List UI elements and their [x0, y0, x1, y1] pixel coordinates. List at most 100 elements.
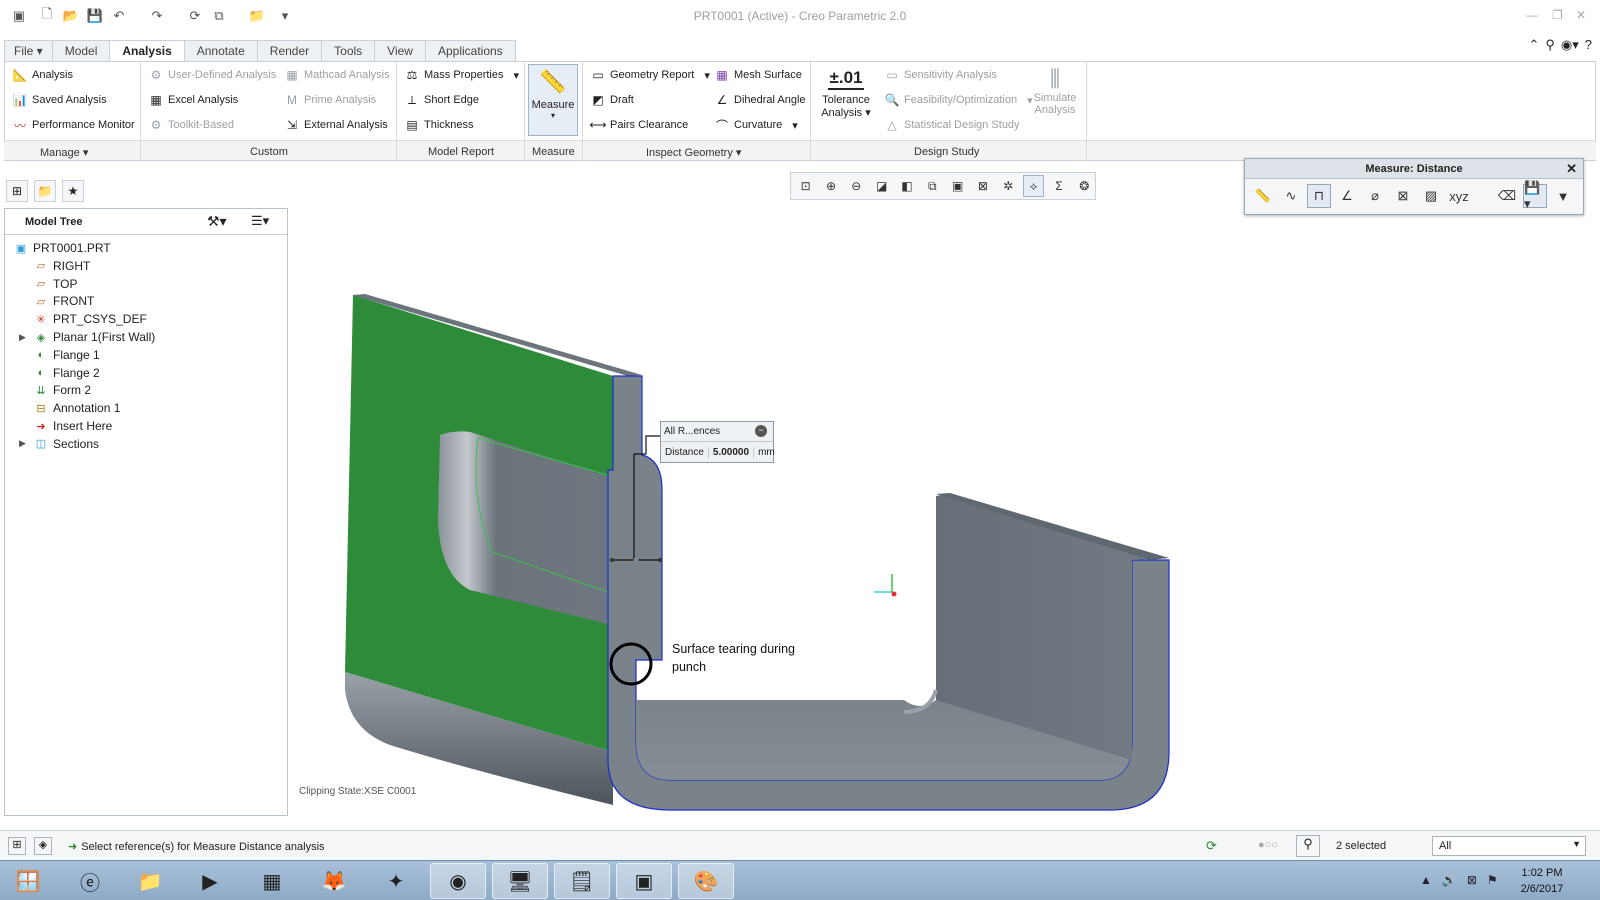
pairs-clearance-button[interactable]: ⟷ Pairs Clearance: [589, 116, 688, 134]
internet-explorer-icon[interactable]: ⓔ: [62, 863, 118, 899]
tab-tools[interactable]: Tools: [321, 40, 376, 61]
favorites-tab-icon[interactable]: ★: [62, 180, 84, 202]
firefox-icon[interactable]: 🦊: [306, 863, 362, 899]
dihedral-angle-button[interactable]: ∠ Dihedral Angle: [714, 91, 806, 109]
tree-item[interactable]: ▱ FRONT: [33, 292, 95, 310]
action-center-icon[interactable]: ⚑: [1487, 873, 1498, 887]
toolkit-based-button[interactable]: ⚙ Toolkit-Based: [148, 116, 234, 134]
zoom-out-icon[interactable]: ⊖: [846, 175, 867, 197]
tab-annotate[interactable]: Annotate: [183, 40, 258, 61]
tab-analysis[interactable]: Analysis: [109, 40, 185, 62]
appearance-icon[interactable]: ❂: [1074, 175, 1095, 197]
measure-callout[interactable]: All R...ences − Distance 5.00000 mm: [660, 421, 775, 463]
refit-icon[interactable]: ⊡: [795, 175, 816, 197]
remote-desktop-icon[interactable]: 🖥: [492, 863, 548, 899]
creo-icon[interactable]: ▣: [616, 863, 672, 899]
solidworks-icon[interactable]: ✦: [368, 863, 424, 899]
tree-item[interactable]: ◐ Flange 1: [33, 346, 100, 364]
tree-item[interactable]: ▶ ◈ Planar 1(First Wall): [19, 328, 155, 346]
repaint-icon[interactable]: ◪: [871, 175, 892, 197]
volume-icon[interactable]: 🔊: [1442, 873, 1457, 887]
view-manager-icon[interactable]: ▣: [947, 175, 968, 197]
sensitivity-analysis-button[interactable]: ▭ Sensitivity Analysis: [884, 66, 997, 84]
csys-display-icon[interactable]: ✲: [998, 175, 1019, 197]
thickness-button[interactable]: ▤ Thickness: [404, 116, 473, 134]
community-icon[interactable]: ◉▾: [1561, 37, 1579, 53]
show-browser-icon[interactable]: ◈: [34, 837, 52, 855]
group-label-inspect-geometry[interactable]: Inspect Geometry ▾: [646, 146, 741, 159]
minimize-ribbon-icon[interactable]: ⌃: [1528, 37, 1539, 53]
performance-monitor-button[interactable]: 〰 Performance Monitor: [12, 116, 135, 134]
mass-properties-button[interactable]: ⚖ Mass Properties ▾: [404, 66, 519, 84]
curvature-button[interactable]: ⌒ Curvature ▾: [714, 116, 798, 134]
taskbar-clock[interactable]: 1:02 PM 2/6/2017: [1506, 865, 1578, 897]
tree-item[interactable]: ⇊ Form 2: [33, 381, 91, 399]
simulate-analysis-button[interactable]: ⫼ Simulate Analysis: [1026, 66, 1084, 136]
close-icon[interactable]: ✕: [1566, 159, 1577, 179]
start-button[interactable]: 🪟: [0, 863, 56, 899]
callout-title: All R...ences: [664, 426, 721, 437]
tab-render[interactable]: Render: [256, 40, 323, 61]
user-defined-analysis-button[interactable]: ⚙ User-Defined Analysis: [148, 66, 277, 84]
show-navigator-icon[interactable]: ⊞: [8, 837, 26, 855]
group-label-manage[interactable]: Manage ▾: [40, 146, 88, 159]
graphics-viewport[interactable]: [290, 202, 1600, 814]
minimize-icon[interactable]: —: [1526, 8, 1538, 22]
tree-item[interactable]: ✳ PRT_CSYS_DEF: [33, 310, 146, 328]
measure-dialog-title: Measure: Distance: [1365, 163, 1463, 175]
close-icon[interactable]: ✕: [1576, 8, 1586, 22]
spin-center-icon[interactable]: ⟡: [1022, 175, 1045, 197]
show-hidden-icons-icon[interactable]: ▲: [1420, 873, 1432, 887]
folder-browser-tab-icon[interactable]: 📁: [34, 180, 56, 202]
help-icon[interactable]: ?: [1585, 37, 1592, 53]
network-icon[interactable]: ⊠: [1467, 873, 1477, 887]
tree-item[interactable]: ◐ Flange 2: [33, 364, 100, 382]
saved-orientations-icon[interactable]: ⧉: [922, 175, 943, 197]
mesh-surface-button[interactable]: ▦ Mesh Surface: [714, 66, 802, 84]
sticky-notes-icon[interactable]: 🗒: [554, 863, 610, 899]
tab-applications[interactable]: Applications: [424, 40, 516, 61]
draft-button[interactable]: ◩ Draft: [590, 91, 634, 109]
short-edge-button[interactable]: ⟂ Short Edge: [404, 91, 479, 109]
paint-icon[interactable]: 🎨: [678, 863, 734, 899]
media-player-icon[interactable]: ▶: [182, 863, 238, 899]
tolerance-analysis-button[interactable]: ±.01 Tolerance Analysis ▾: [814, 66, 878, 136]
model-tree-tab-icon[interactable]: ⊞: [6, 180, 28, 202]
selection-filter-select[interactable]: All ▼: [1432, 836, 1586, 856]
measure-button[interactable]: 📏 Measure ▾: [528, 64, 578, 136]
geometry-report-button[interactable]: ▭ Geometry Report ▾: [590, 66, 710, 84]
feasibility-optimization-button[interactable]: 🔍 Feasibility/Optimization ▾: [884, 91, 1033, 109]
tab-view[interactable]: View: [374, 40, 426, 61]
show-menu-icon[interactable]: ☰▾: [251, 213, 269, 229]
tree-item[interactable]: ⊟ Annotation 1: [33, 399, 120, 417]
search-icon[interactable]: ⚲: [1545, 37, 1555, 53]
chrome-icon[interactable]: ◉: [430, 863, 486, 899]
tab-file[interactable]: File ▾: [4, 40, 53, 61]
expand-arrow-icon[interactable]: ▶: [19, 332, 26, 343]
calculator-icon[interactable]: ▦: [244, 863, 300, 899]
datum-display-icon[interactable]: ⊠: [972, 175, 993, 197]
tab-model[interactable]: Model: [51, 40, 111, 61]
tree-item[interactable]: ▣ PRT0001.PRT: [13, 239, 111, 257]
statistical-design-study-button[interactable]: △ Statistical Design Study: [884, 116, 1019, 134]
file-explorer-icon[interactable]: 📁: [122, 863, 178, 899]
settings-hammer-icon[interactable]: ⚒▾: [207, 213, 227, 230]
tree-item[interactable]: ➜ Insert Here: [33, 417, 112, 435]
tree-item[interactable]: ▱ RIGHT: [33, 257, 91, 275]
display-style-icon[interactable]: ◧: [896, 175, 917, 197]
prime-analysis-button[interactable]: M Prime Analysis: [284, 91, 376, 109]
tree-item[interactable]: ▶ ◫ Sections: [19, 435, 99, 453]
saved-analysis-button[interactable]: 📊 Saved Analysis: [12, 91, 107, 109]
mathcad-analysis-button[interactable]: ▦ Mathcad Analysis: [284, 66, 389, 84]
collapse-icon[interactable]: −: [755, 425, 767, 437]
external-analysis-button[interactable]: ⇲ External Analysis: [284, 116, 388, 134]
find-icon[interactable]: ⚲: [1296, 835, 1320, 857]
expand-arrow-icon[interactable]: ▶: [19, 438, 26, 449]
zoom-in-icon[interactable]: ⊕: [820, 175, 841, 197]
excel-analysis-button[interactable]: ▦ Excel Analysis: [148, 91, 238, 109]
analysis-button[interactable]: 📐 Analysis: [12, 66, 73, 84]
restore-icon[interactable]: ❐: [1552, 8, 1563, 22]
annotation-display-icon[interactable]: Ʃ: [1048, 175, 1069, 197]
tree-item[interactable]: ▱ TOP: [33, 275, 78, 293]
regenerate-status-icon[interactable]: ⟳: [1206, 838, 1217, 854]
